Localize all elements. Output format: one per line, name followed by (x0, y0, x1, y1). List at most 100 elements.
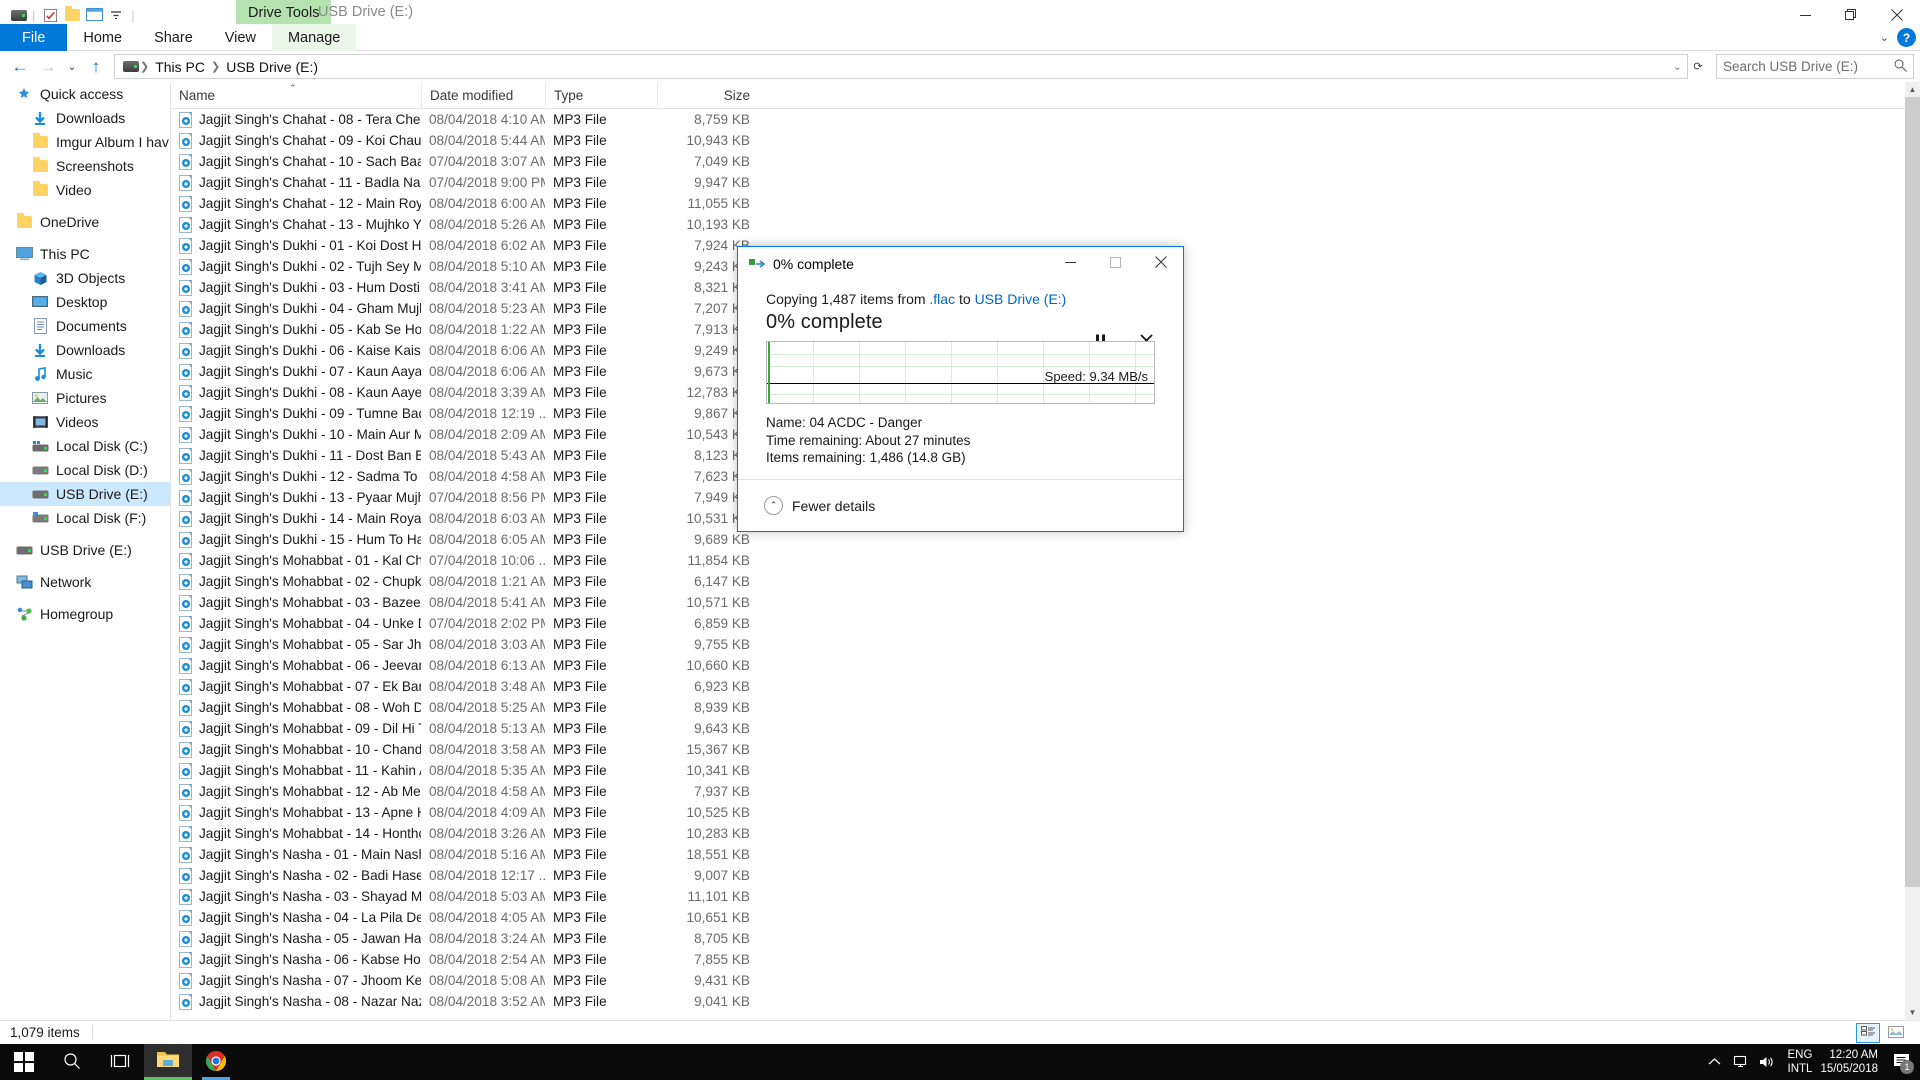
sidebar-item-local-disk-c[interactable]: Local Disk (C:) (0, 434, 170, 458)
table-row[interactable]: Jagjit Singh's Chahat - 10 - Sach Baat @… (171, 151, 1920, 172)
sidebar-item-this-pc[interactable]: This PC (0, 242, 170, 266)
table-row[interactable]: Jagjit Singh's Nasha - 07 - Jhoom Ke Jab… (171, 970, 1920, 991)
tab-share[interactable]: Share (138, 24, 209, 51)
sidebar-item-local-disk-f[interactable]: Local Disk (F:) (0, 506, 170, 530)
breadcrumb-this-pc[interactable]: This PC (150, 59, 210, 75)
scrollbar-thumb[interactable] (1905, 97, 1920, 887)
sidebar-item-onedrive[interactable]: OneDrive (0, 210, 170, 234)
table-row[interactable]: Jagjit Singh's Mohabbat - 06 - Jeevan Ky… (171, 655, 1920, 676)
dialog-maximize-button[interactable] (1093, 247, 1138, 277)
tab-manage[interactable]: Manage (271, 24, 357, 51)
column-header-name[interactable]: Name ⌃ (171, 82, 421, 109)
sidebar-item-homegroup[interactable]: Homegroup (0, 602, 170, 626)
start-button[interactable] (0, 1044, 48, 1080)
tab-file[interactable]: File (0, 24, 68, 51)
table-row[interactable]: Jagjit Singh's Mohabbat - 04 - Unke Dekh… (171, 613, 1920, 634)
table-row[interactable]: Jagjit Singh's Mohabbat - 11 - Kahin Ais… (171, 760, 1920, 781)
table-row[interactable]: Jagjit Singh's Mohabbat - 07 - Ek Baraha… (171, 676, 1920, 697)
table-row[interactable]: Jagjit Singh's Mohabbat - 03 - Bazeecha-… (171, 592, 1920, 613)
table-row[interactable]: Jagjit Singh's Nasha - 01 - Main Nashe M… (171, 844, 1920, 865)
scroll-down-arrow[interactable]: ▼ (1905, 1005, 1920, 1020)
table-row[interactable]: Jagjit Singh's Nasha - 02 - Badi Haseen … (171, 865, 1920, 886)
sidebar-item-pictures[interactable]: Pictures (0, 386, 170, 410)
large-icons-view-icon[interactable] (1884, 1023, 1908, 1043)
taskbar-app-file-explorer[interactable] (144, 1044, 192, 1080)
sidebar-item-network[interactable]: Network (0, 570, 170, 594)
column-header-size[interactable]: Size (657, 81, 760, 109)
table-row[interactable]: Jagjit Singh's Chahat - 11 - Badla Na Aa… (171, 172, 1920, 193)
sidebar-item-video[interactable]: Video (0, 178, 170, 202)
table-row[interactable]: Jagjit Singh's Mohabbat - 01 - Kal Chaud… (171, 550, 1920, 571)
customize-qat-icon[interactable] (105, 4, 127, 26)
sidebar-item-usb-drive-e[interactable]: USB Drive (E:) (0, 538, 170, 562)
chevron-up-icon[interactable]: ⌃ (764, 496, 783, 515)
sidebar-item-desktop[interactable]: Desktop (0, 290, 170, 314)
up-button[interactable]: ↑ (82, 53, 110, 81)
recent-locations-button[interactable]: ⌄ (62, 53, 82, 81)
table-row[interactable]: Jagjit Singh's Chahat - 13 - Mujhko Yaqe… (171, 214, 1920, 235)
table-row[interactable]: Jagjit Singh's Nasha - 06 - Kabse Ho @ S… (171, 949, 1920, 970)
task-view-button[interactable] (96, 1044, 144, 1080)
dialog-minimize-button[interactable] (1048, 247, 1093, 277)
sidebar-item-local-disk-d[interactable]: Local Disk (D:) (0, 458, 170, 482)
table-row[interactable]: Jagjit Singh's Dukhi - 15 - Hum To Hain … (171, 529, 1920, 550)
breadcrumb-usb-drive[interactable]: USB Drive (E:) (221, 59, 323, 75)
fewer-details-link[interactable]: Fewer details (792, 498, 875, 514)
sidebar-item-usb-drive-e[interactable]: USB Drive (E:) (0, 482, 170, 506)
sidebar-item-imgur-album-i-hav[interactable]: Imgur Album I hav (0, 130, 170, 154)
table-row[interactable]: Jagjit Singh's Nasha - 03 - Shayad Main … (171, 886, 1920, 907)
address-breadcrumb-field[interactable]: ❯ This PC ❯ USB Drive (E:) ⌄ (114, 54, 1688, 79)
vertical-scrollbar[interactable]: ▲ ▼ (1905, 82, 1920, 1020)
taskbar-app-chrome[interactable] (192, 1044, 240, 1080)
table-row[interactable]: Jagjit Singh's Nasha - 08 - Nazar Nazar … (171, 991, 1920, 1012)
details-view-icon[interactable] (1856, 1022, 1880, 1043)
sidebar-item-quick-access[interactable]: Quick access (0, 82, 170, 106)
sidebar-item-videos[interactable]: Videos (0, 410, 170, 434)
refresh-icon[interactable]: ⟳ (1688, 53, 1708, 81)
sidebar-item-music[interactable]: Music (0, 362, 170, 386)
tab-view[interactable]: View (209, 24, 272, 51)
table-row[interactable]: Jagjit Singh's Mohabbat - 08 - Woh Dil H… (171, 697, 1920, 718)
table-row[interactable]: Jagjit Singh's Mohabbat - 02 - Chupke C.… (171, 571, 1920, 592)
table-row[interactable]: Jagjit Singh's Nasha - 04 - La Pila Dey … (171, 907, 1920, 928)
search-icon[interactable] (1894, 59, 1907, 75)
show-hidden-icons-button[interactable] (1702, 1044, 1728, 1080)
volume-icon[interactable] (1754, 1044, 1780, 1080)
new-folder-icon[interactable] (61, 4, 83, 26)
sidebar-item-documents[interactable]: Documents (0, 314, 170, 338)
table-row[interactable]: Jagjit Singh's Chahat - 08 - Tera Chehra… (171, 109, 1920, 130)
table-row[interactable]: Jagjit Singh's Mohabbat - 09 - Dil Hi To… (171, 718, 1920, 739)
taskbar-search-button[interactable] (48, 1044, 96, 1080)
network-tray-icon[interactable] (1728, 1044, 1754, 1080)
column-header-date-modified[interactable]: Date modified (421, 81, 545, 109)
table-row[interactable]: Jagjit Singh's Mohabbat - 10 - Chand Ke … (171, 739, 1920, 760)
search-input[interactable]: Search USB Drive (E:) (1716, 54, 1914, 79)
table-row[interactable]: Jagjit Singh's Chahat - 09 - Koi Chaudhv… (171, 130, 1920, 151)
table-row[interactable]: Jagjit Singh's Mohabbat - 13 - Apne Hon.… (171, 802, 1920, 823)
back-button[interactable]: ← (6, 53, 34, 81)
scroll-up-arrow[interactable]: ▲ (1905, 82, 1920, 97)
clock[interactable]: 12:20 AM 15/05/2018 (1820, 1048, 1888, 1076)
table-row[interactable]: Jagjit Singh's Chahat - 12 - Main Roya P… (171, 193, 1920, 214)
tab-home[interactable]: Home (67, 24, 138, 51)
chevron-down-icon[interactable]: ⌄ (1880, 31, 1889, 44)
table-row[interactable]: Jagjit Singh's Mohabbat - 14 - Honthon S… (171, 823, 1920, 844)
help-icon[interactable]: ? (1897, 28, 1916, 47)
sidebar-item-downloads[interactable]: Downloads (0, 106, 170, 130)
forward-button[interactable]: → (34, 53, 62, 81)
sidebar-item-downloads[interactable]: Downloads (0, 338, 170, 362)
dialog-close-button[interactable] (1138, 247, 1183, 277)
language-indicator[interactable]: ENG INTL (1780, 1048, 1821, 1076)
copy-destination-link[interactable]: USB Drive (E:) (975, 291, 1067, 307)
copy-source-link[interactable]: .flac (929, 291, 955, 307)
properties-icon[interactable] (39, 4, 61, 26)
table-row[interactable]: Jagjit Singh's Nasha - 05 - Jawan Hai Ra… (171, 928, 1920, 949)
sidebar-item-3d-objects[interactable]: 3D Objects (0, 266, 170, 290)
view-icon[interactable] (83, 4, 105, 26)
address-dropdown-icon[interactable]: ⌄ (1672, 60, 1683, 73)
table-row[interactable]: Jagjit Singh's Mohabbat - 12 - Ab Mere P… (171, 781, 1920, 802)
table-row[interactable]: Jagjit Singh's Mohabbat - 05 - Sar Jhuka… (171, 634, 1920, 655)
column-header-type[interactable]: Type (545, 81, 657, 109)
sidebar-item-screenshots[interactable]: Screenshots (0, 154, 170, 178)
notification-center-button[interactable]: 1 (1888, 1044, 1914, 1080)
